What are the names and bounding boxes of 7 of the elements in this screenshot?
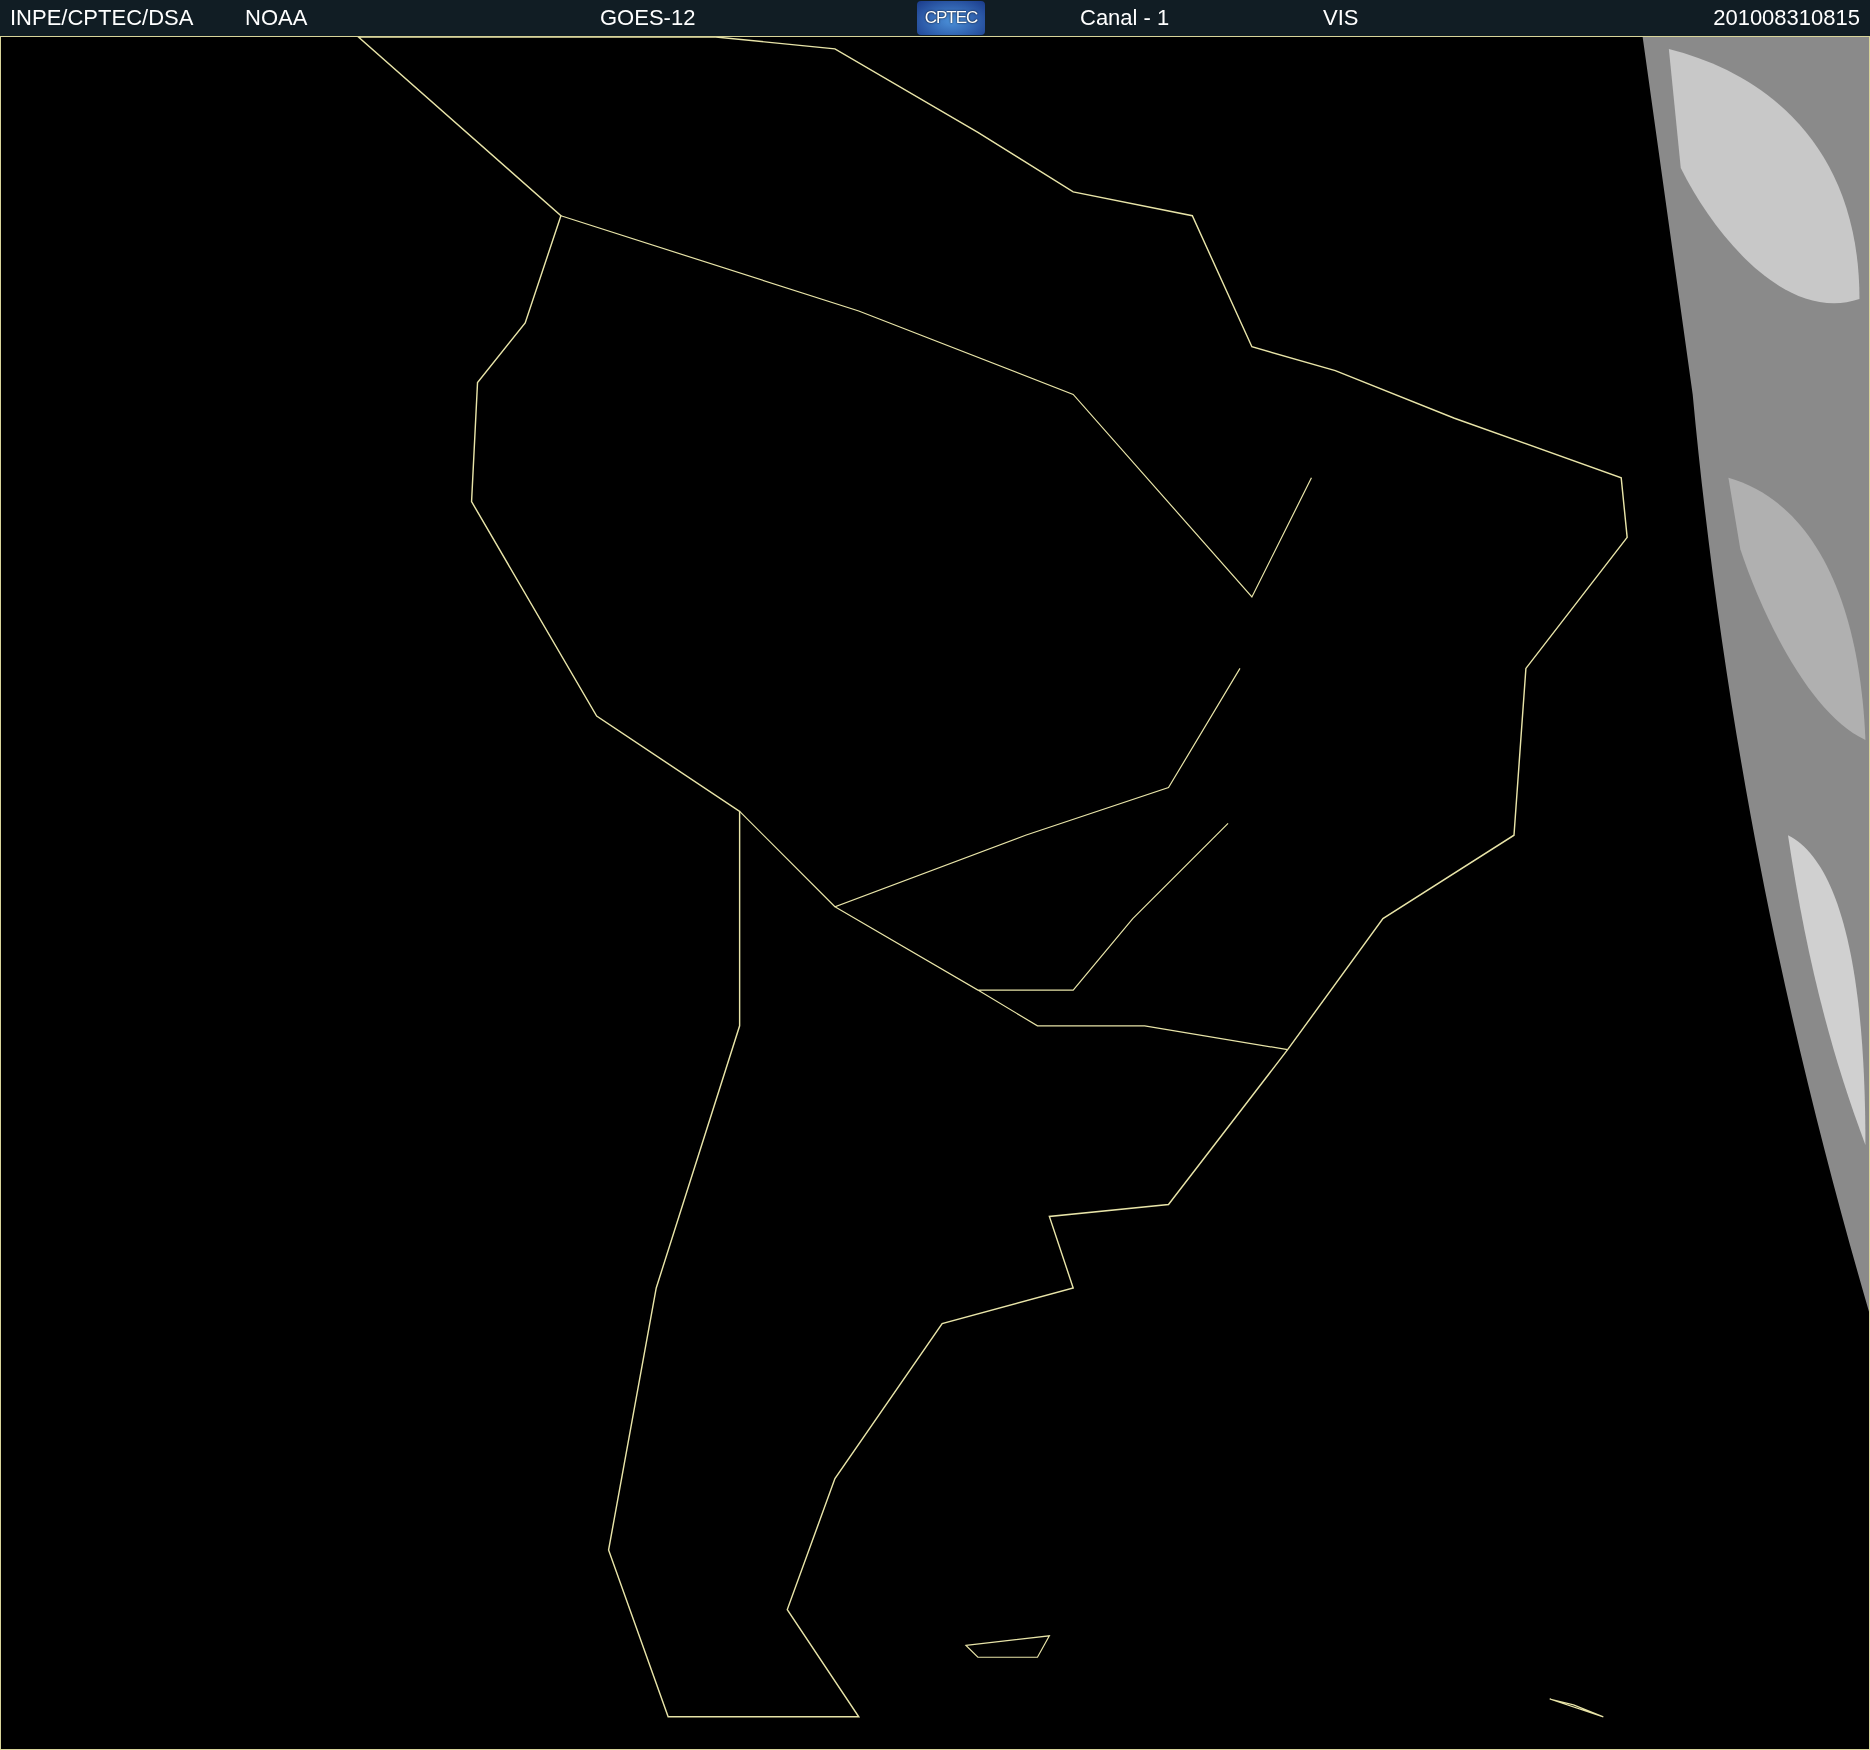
agency-label: INPE/CPTEC/DSA: [10, 4, 195, 32]
logo: CPTEC: [917, 1, 985, 35]
satellite-label: GOES-12: [600, 4, 697, 32]
source-label: NOAA: [245, 4, 309, 32]
channel-label: Canal - 1: [1080, 4, 1171, 32]
timestamp-label: 201008310815: [1713, 4, 1860, 32]
band-label: VIS: [1323, 4, 1359, 32]
